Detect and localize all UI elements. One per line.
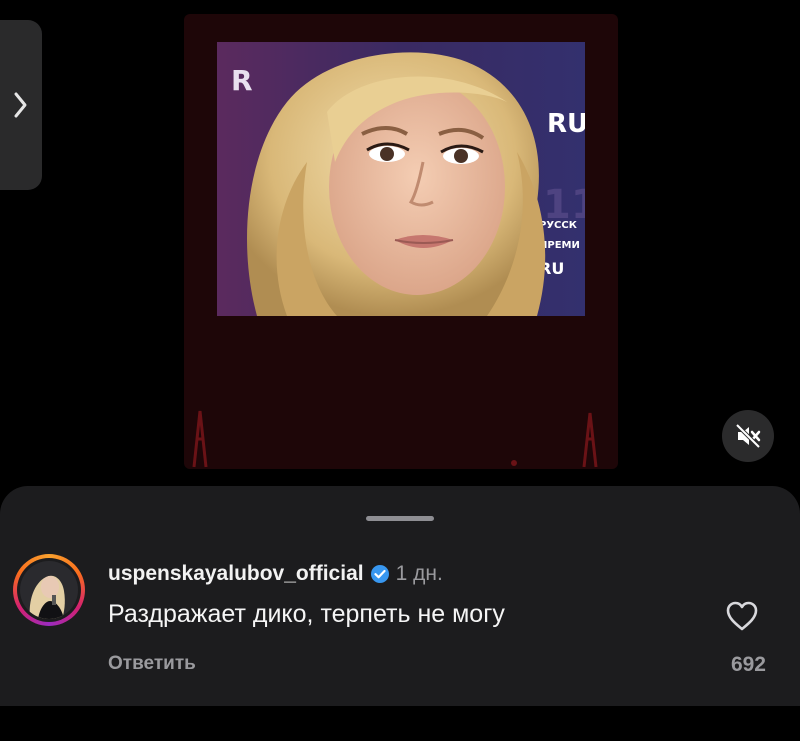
verified-badge-icon bbox=[370, 565, 389, 583]
reel-comments-screen: R RU РУССК ПРЕМИ RU 11 uspenskayalubov_o… bbox=[0, 0, 800, 741]
speaker-muted-icon bbox=[735, 423, 761, 449]
bottom-bar bbox=[0, 706, 800, 741]
reel-decor bbox=[192, 410, 598, 468]
comment-timestamp: 1 дн. bbox=[395, 562, 443, 585]
backdrop-letters-ru: RU bbox=[547, 109, 585, 139]
comment-header: uspenskayalubov_official 1 дн. bbox=[108, 562, 443, 586]
backdrop-word-2: ПРЕМИ bbox=[539, 240, 580, 251]
comment-text: Раздражает дико, терпеть не могу bbox=[108, 600, 505, 628]
side-nav-tab[interactable] bbox=[0, 20, 42, 190]
comment-username[interactable]: uspenskayalubov_official bbox=[108, 562, 364, 586]
comments-sheet: uspenskayalubov_official 1 дн. Раздражае… bbox=[0, 486, 800, 706]
reel-photo: R RU РУССК ПРЕМИ RU 11 bbox=[217, 42, 585, 316]
like-button[interactable] bbox=[724, 598, 760, 634]
avatar[interactable] bbox=[13, 554, 85, 626]
reply-button[interactable]: Ответить bbox=[108, 653, 196, 675]
reel-video[interactable]: R RU РУССК ПРЕМИ RU 11 bbox=[184, 14, 618, 469]
svg-text:11: 11 bbox=[543, 182, 585, 228]
heart-outline-icon bbox=[726, 601, 758, 631]
backdrop-letter-r: R bbox=[231, 64, 253, 97]
drag-handle[interactable] bbox=[366, 516, 434, 521]
mute-button[interactable] bbox=[722, 410, 774, 462]
like-count: 692 bbox=[730, 653, 766, 676]
chevron-right-icon bbox=[14, 92, 27, 118]
